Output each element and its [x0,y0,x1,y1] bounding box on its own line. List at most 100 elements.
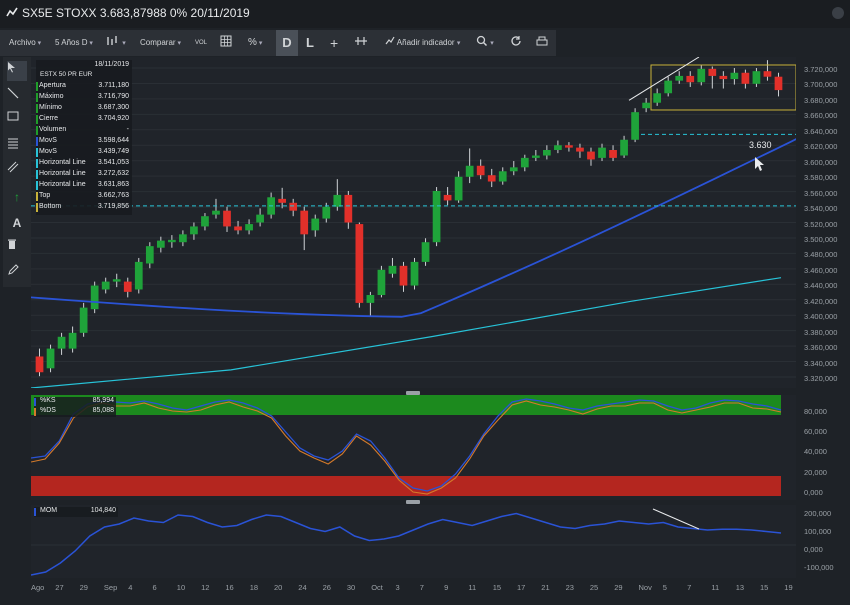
arrow-up-tool-icon[interactable]: ↑ [7,187,27,207]
info-row: Horizontal Line 3.541,053 [36,158,132,169]
info-row: Mínimo 3.687,300 [36,103,132,114]
candle-body [410,261,419,286]
time-axis: Ago 27 29 Sep 4 6 10 12 16 18 20 24 26 30 Oct 3 7 9 11 15 17… [31,578,796,598]
window-control-icon[interactable] [832,7,844,19]
time-tick-label: 3 [395,583,400,592]
stochastic-panel[interactable] [31,395,796,500]
grid-icon[interactable] [220,30,232,56]
add-indicator-menu[interactable]: Añadir indicador [385,30,460,56]
info-row-key: Horizontal Line [39,170,86,177]
edit-tool-icon[interactable] [7,264,27,284]
text-tool-icon[interactable]: A [7,213,27,233]
time-tick-label: 20 [274,583,283,592]
price-tick-label: 3.700,000 [804,80,838,90]
time-tick-label: 25 [589,583,599,592]
time-tick-label: 13 [735,583,745,592]
candle-body [620,139,628,156]
chart-type-icon[interactable] [106,30,126,56]
info-row-value: - [126,126,129,133]
channel-tool-icon[interactable] [7,161,27,181]
price-chart-panel[interactable]: 3.630 [31,57,796,388]
archivo-menu[interactable]: Archivo [9,30,41,56]
pointer-icon[interactable] [7,61,27,81]
volume-toggle[interactable]: VOL [195,30,207,56]
time-tick-label: 24 [298,583,307,592]
info-row-key: Máximo [39,93,64,100]
candle-body [476,165,485,176]
candle-body [344,194,353,223]
info-row: Máximo 3.716,790 [36,92,132,103]
candle-body [587,151,595,160]
momentum-panel[interactable] [31,505,796,578]
time-tick-label: 23 [565,583,574,592]
candle-body [46,348,55,369]
refresh-icon[interactable] [510,30,522,56]
rectangle-tool-icon[interactable] [7,111,27,131]
stochastic-chart [31,395,782,496]
overbought-zone [31,395,781,415]
info-row-value: 3.662,763 [97,192,129,199]
candle-body [443,194,452,201]
period-select[interactable]: 5 Años D [55,30,93,56]
momentum-axis: 200,000 100,000 0,000 -100,000 [796,505,850,578]
fibonacci-tool-icon[interactable] [7,137,27,157]
info-row-key: Mínimo [39,104,62,111]
line-tool-icon[interactable] [7,87,27,107]
candle-body [465,165,474,177]
add-indicator-label: Añadir indicador [396,38,455,47]
info-row: Volumen - [36,125,132,136]
line-button[interactable]: L [306,30,314,56]
candle-body [598,147,606,158]
info-row-swatch [36,115,38,124]
info-row-key: Horizontal Line [39,159,86,166]
candle-body [697,68,706,83]
drawing-tools-icon[interactable] [354,30,368,56]
time-tick-label: 29 [614,583,623,592]
panel-resize-handle-2[interactable] [406,500,420,504]
daily-button[interactable]: D [276,30,298,56]
print-icon[interactable] [536,30,548,56]
time-tick-label: 11 [711,583,720,592]
mom-value: 104,840 [90,507,116,514]
time-tick-label: 18 [249,583,259,592]
info-row-key: Bottom [39,203,62,210]
moving-average-slow-line [31,277,782,388]
percent-menu[interactable]: % [248,30,262,56]
time-tick-label: Oct [371,583,383,592]
stoch-tick-label: 40,000 [804,447,827,457]
price-tick-label: 3.640,000 [804,126,838,136]
time-tick-label: 7 [419,583,424,592]
info-row-swatch [36,82,38,91]
time-tick-label: 4 [128,583,133,592]
compare-menu[interactable]: Comparar [140,30,181,56]
price-tick-label: 3.340,000 [804,358,838,368]
info-row-key: Cierre [39,115,59,122]
candle-body [35,356,44,373]
stoch-tick-label: 60,000 [804,427,827,437]
info-row-value: 3.631,863 [97,181,129,188]
info-row-swatch [36,203,38,212]
toolbar: Archivo 5 Años D Comparar VOL % D L + Añ… [0,30,556,56]
mom-tick-label: 0,000 [804,545,823,554]
time-tick-label: 11 [468,583,477,592]
candle-body [355,224,364,303]
info-row-value: 3.711,180 [98,82,129,89]
drawing-toolbar: ↑ A [3,57,31,287]
candle-body [719,75,728,80]
crosshair-icon[interactable]: + [330,30,338,56]
trash-icon[interactable] [7,238,27,258]
zoom-icon[interactable] [476,30,494,56]
info-row-swatch [36,192,38,201]
info-row-key: MovS [39,148,57,155]
candle-body [774,76,783,91]
candle-body [730,72,739,80]
price-tick-label: 3.500,000 [804,234,838,244]
info-row-swatch [36,181,38,190]
stochastic-legend: %KS 85,994 %DS 85,088 [34,397,116,417]
candle-body [245,224,253,231]
info-row-value: 3.716,790 [97,93,129,100]
price-tick-label: 3.660,000 [804,111,838,121]
info-row-swatch [36,159,38,168]
price-tick-label: 3.620,000 [804,142,838,152]
candle-body [112,279,121,282]
